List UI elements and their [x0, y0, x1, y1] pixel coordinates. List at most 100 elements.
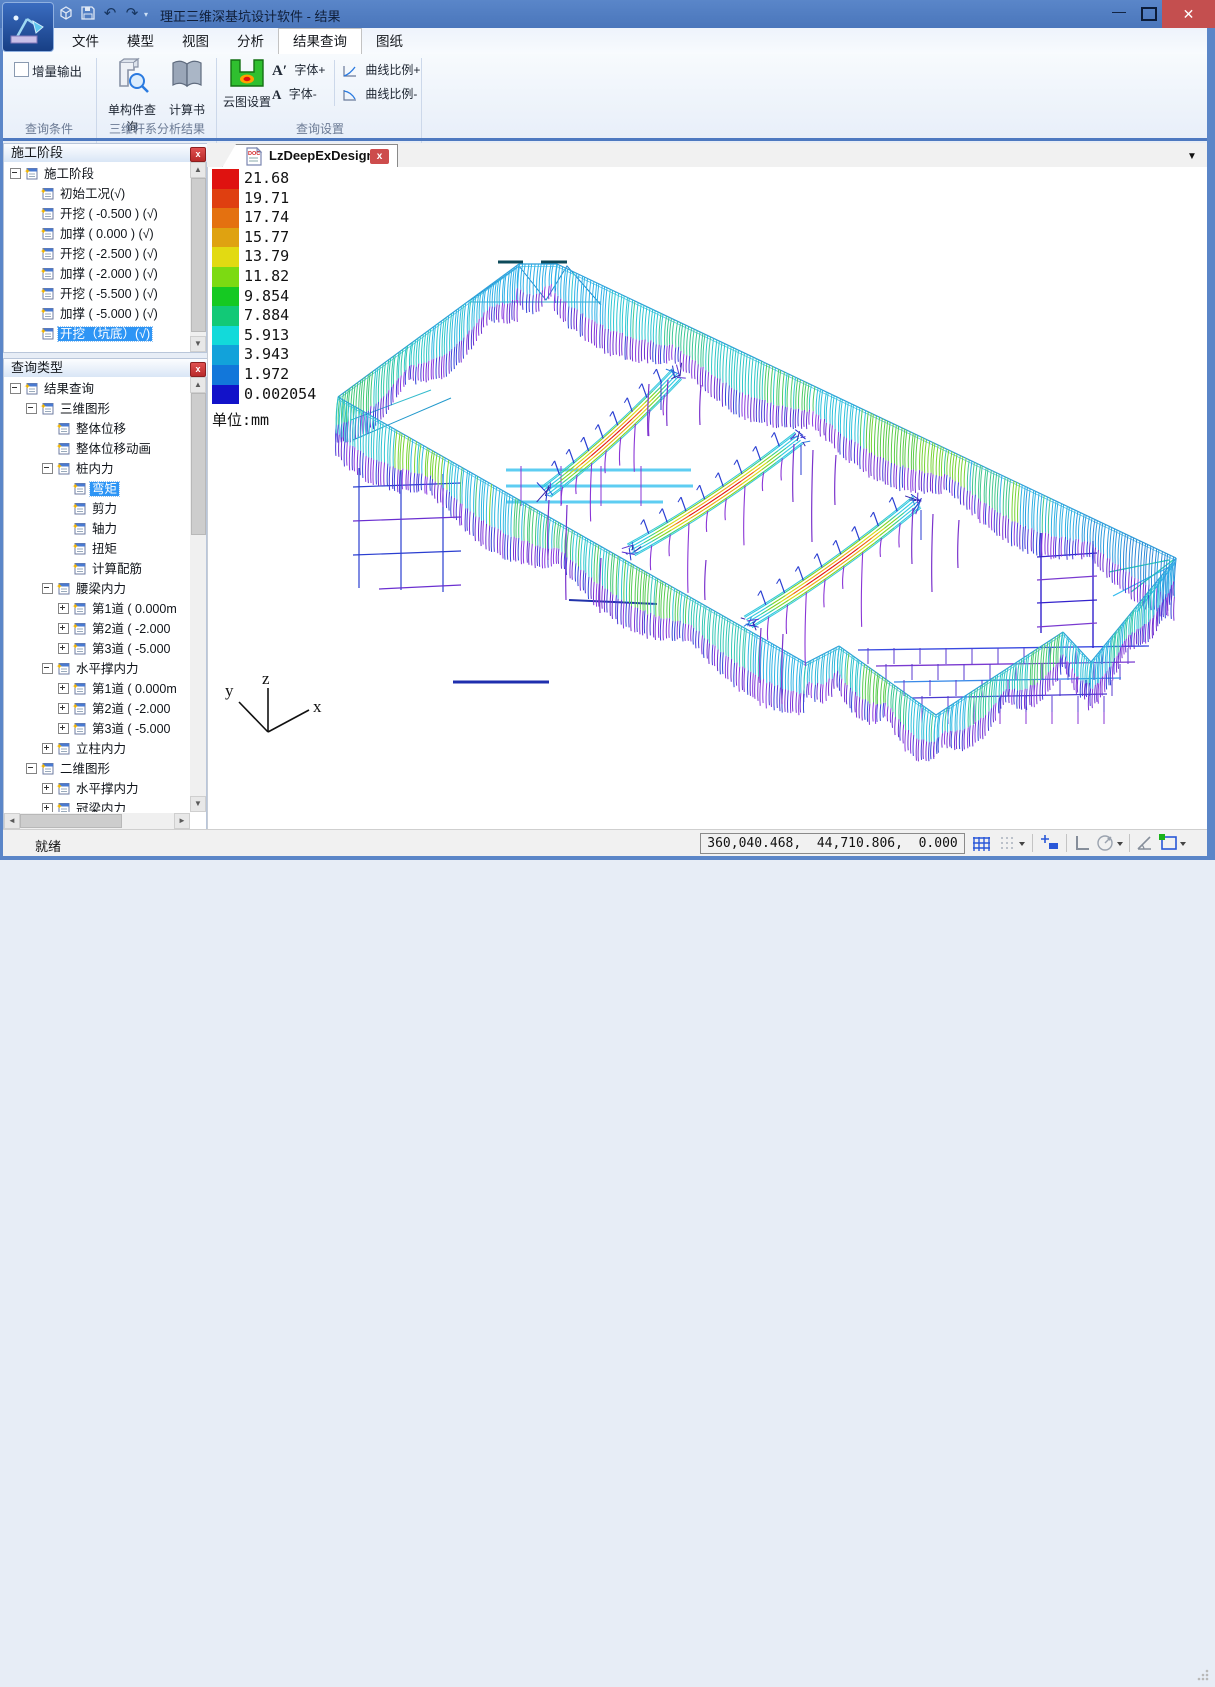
resize-grip[interactable] [1196, 1668, 1210, 1682]
expand-icon[interactable] [42, 743, 53, 754]
menu-tab-5[interactable]: 结果查询 [278, 28, 362, 55]
tree-item[interactable]: ✦水平撑内力 [4, 779, 189, 799]
stage-panel-header[interactable]: 施工阶段 x [3, 143, 214, 163]
query-panel-close-icon[interactable]: x [190, 362, 206, 377]
tree-item[interactable]: ✦第2道 ( -2.000 [4, 619, 189, 639]
curve-scale-plus-button[interactable]: 曲线比例+ [342, 60, 420, 80]
redo-icon[interactable]: ↷ [122, 4, 142, 24]
angle-snap-icon[interactable] [1134, 832, 1154, 854]
tree-item[interactable]: ✦开挖 ( -2.500 ) (√) [4, 244, 189, 264]
collapse-icon[interactable] [10, 383, 21, 394]
query-panel-header[interactable]: 查询类型 x [3, 358, 214, 378]
scroll-down-icon[interactable]: ▼ [190, 336, 206, 352]
stage-tree: ✦施工阶段✦初始工况(√)✦开挖 ( -0.500 ) (√)✦加撑 ( 0.0… [4, 164, 189, 352]
tree-item[interactable]: ✦第1道 ( 0.000m [4, 599, 189, 619]
contour-settings-button[interactable]: 云图设置 [222, 58, 272, 110]
expand-icon[interactable] [58, 623, 69, 634]
point-snap-icon[interactable] [1038, 832, 1062, 854]
tree-item[interactable]: ✦开挖 ( -0.500 ) (√) [4, 204, 189, 224]
query-tree-hscrollbar[interactable]: ◄ ► [4, 813, 190, 829]
tree-item[interactable]: ✦开挖 ( -5.500 ) (√) [4, 284, 189, 304]
tree-item[interactable]: ✦开挖（坑底）(√) [4, 324, 189, 344]
tree-item[interactable]: ✦加撑 ( -2.000 ) (√) [4, 264, 189, 284]
collapse-icon[interactable] [42, 463, 53, 474]
tree-item[interactable]: ✦弯矩 [4, 479, 189, 499]
expand-icon[interactable] [58, 703, 69, 714]
collapse-icon[interactable] [42, 583, 53, 594]
undo-icon[interactable]: ↶ [100, 4, 120, 24]
tree-item[interactable]: ✦整体位移 [4, 419, 189, 439]
tab-list-dropdown-icon[interactable]: ▼ [1187, 151, 1197, 162]
collapse-icon[interactable] [10, 168, 21, 179]
tree-item[interactable]: ✦计算配筋 [4, 559, 189, 579]
tree-item[interactable]: ✦初始工况(√) [4, 184, 189, 204]
tree-item[interactable]: ✦结果查询 [4, 379, 189, 399]
maximize-button[interactable] [1134, 4, 1160, 22]
collapse-icon[interactable] [26, 403, 37, 414]
calc-report-button[interactable]: 计算书 [163, 56, 211, 118]
curve-scale-minus-button[interactable]: 曲线比例- [342, 84, 417, 104]
grid-display-icon[interactable] [997, 832, 1027, 854]
expand-icon[interactable] [58, 643, 69, 654]
save-icon[interactable] [78, 4, 98, 24]
tree-item[interactable]: ✦冠梁内力 [4, 799, 189, 812]
document-tab[interactable]: DOC LzDeepExDesign10 x [222, 144, 398, 168]
tree-item[interactable]: ✦三维图形 [4, 399, 189, 419]
tree-item[interactable]: ✦桩内力 [4, 459, 189, 479]
tree-item[interactable]: ✦扭矩 [4, 539, 189, 559]
font-minus-button[interactable]: A 字体- [272, 84, 317, 104]
collapse-icon[interactable] [42, 663, 53, 674]
menu-tab-2[interactable]: 模型 [113, 29, 168, 54]
expand-icon[interactable] [58, 723, 69, 734]
tree-item[interactable]: ✦整体位移动画 [4, 439, 189, 459]
expand-icon[interactable] [58, 683, 69, 694]
document-tab-close-icon[interactable]: x [370, 149, 389, 164]
menu-tab-4[interactable]: 分析 [223, 29, 278, 54]
tree-item[interactable]: ✦轴力 [4, 519, 189, 539]
expand-icon[interactable] [42, 803, 53, 812]
close-button[interactable]: ✕ [1162, 0, 1215, 28]
tree-item[interactable]: ✦第3道 ( -5.000 [4, 639, 189, 659]
stage-tree-vscrollbar[interactable]: ▲ ▼ [190, 162, 206, 352]
tree-item[interactable]: ✦施工阶段 [4, 164, 189, 184]
collapse-icon[interactable] [26, 763, 37, 774]
tree-item[interactable]: ✦第1道 ( 0.000m [4, 679, 189, 699]
stage-panel-close-icon[interactable]: x [190, 147, 206, 162]
expand-icon[interactable] [42, 783, 53, 794]
font-plus-button[interactable]: A′ 字体+ [272, 60, 325, 80]
incremental-output-checkbox[interactable] [14, 62, 29, 77]
tree-item[interactable]: ✦剪力 [4, 499, 189, 519]
tree-item[interactable]: ✦腰梁内力 [4, 579, 189, 599]
menu-tab-1[interactable]: 文件 [58, 29, 113, 54]
app-logo-button[interactable] [2, 2, 54, 52]
ortho-mode-icon[interactable] [1072, 832, 1092, 854]
scroll-thumb[interactable] [191, 393, 206, 535]
scroll-down-icon[interactable]: ▼ [190, 796, 206, 812]
menu-tab-6[interactable]: 图纸 [362, 29, 417, 54]
scroll-right-icon[interactable]: ► [174, 813, 190, 829]
scroll-up-icon[interactable]: ▲ [190, 377, 206, 393]
view-cube-icon[interactable] [56, 4, 76, 24]
minimize-button[interactable]: — [1106, 4, 1132, 22]
curve-plus-label: 曲线比例+ [365, 63, 420, 77]
tree-item[interactable]: ✦加撑 ( 0.000 ) (√) [4, 224, 189, 244]
scroll-left-icon[interactable]: ◄ [4, 813, 20, 829]
tree-item[interactable]: ✦第3道 ( -5.000 [4, 719, 189, 739]
legend-entry: 5.913 [212, 326, 316, 346]
menu-tab-3[interactable]: 视图 [168, 29, 223, 54]
tree-item[interactable]: ✦第2道 ( -2.000 [4, 699, 189, 719]
grid-snap-icon[interactable] [970, 832, 992, 854]
selection-mode-icon[interactable] [1156, 832, 1190, 854]
scroll-thumb[interactable] [20, 814, 122, 828]
polar-tracking-icon[interactable] [1094, 832, 1126, 854]
tree-item[interactable]: ✦立柱内力 [4, 739, 189, 759]
model-viewport[interactable]: zyx [207, 167, 1208, 829]
tree-item[interactable]: ✦加撑 ( -5.000 ) (√) [4, 304, 189, 324]
qat-dropdown-icon[interactable]: ▾ [144, 10, 148, 19]
tree-item[interactable]: ✦二维图形 [4, 759, 189, 779]
query-tree-vscrollbar[interactable]: ▲ ▼ [190, 377, 206, 812]
tree-item[interactable]: ✦水平撑内力 [4, 659, 189, 679]
scroll-thumb[interactable] [191, 178, 206, 332]
expand-icon[interactable] [58, 603, 69, 614]
scroll-up-icon[interactable]: ▲ [190, 162, 206, 178]
